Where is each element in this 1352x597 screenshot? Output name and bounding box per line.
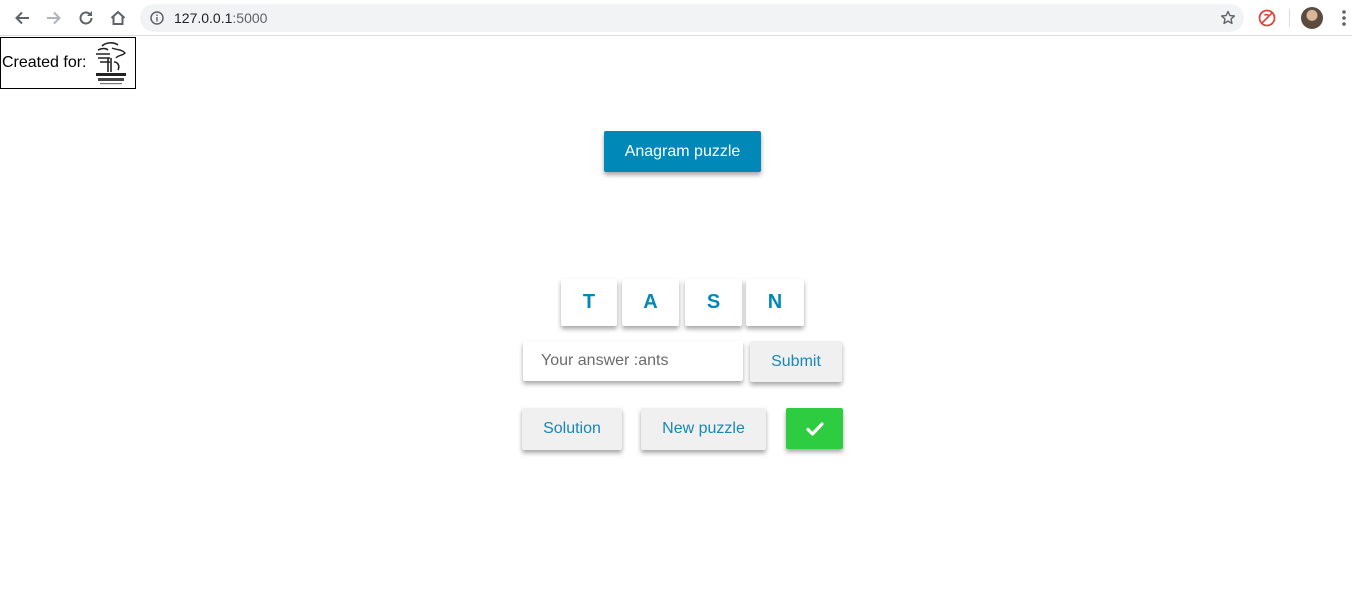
check-icon: [805, 421, 824, 436]
letter-tile[interactable]: N: [746, 279, 804, 326]
created-for-label: Created for:: [2, 54, 87, 71]
letter-tile[interactable]: S: [685, 279, 742, 326]
avatar[interactable]: [1301, 7, 1323, 29]
created-for-box: Created for:: [0, 37, 136, 89]
star-icon[interactable]: [1220, 10, 1236, 26]
reload-icon[interactable]: [75, 7, 97, 29]
letter-tile[interactable]: A: [622, 279, 679, 326]
info-icon[interactable]: [150, 11, 164, 25]
menu-icon[interactable]: [1336, 9, 1352, 27]
solution-button[interactable]: Solution: [522, 408, 622, 450]
address-bar[interactable]: 127.0.0.1:5000: [140, 4, 1244, 32]
toolbar-separator: [1289, 9, 1290, 27]
answer-input[interactable]: [523, 341, 743, 381]
new-puzzle-button[interactable]: New puzzle: [641, 408, 766, 450]
extension-icon[interactable]: [1258, 9, 1276, 27]
forward-icon[interactable]: [43, 7, 65, 29]
home-icon[interactable]: [107, 7, 129, 29]
letter-tile[interactable]: T: [561, 279, 617, 326]
back-icon[interactable]: [11, 7, 33, 29]
check-button[interactable]: [786, 408, 843, 449]
url-host: 127.0.0.1: [174, 10, 233, 26]
kemuri-logo: [96, 42, 126, 85]
submit-button[interactable]: Submit: [750, 341, 842, 382]
url-port: :5000: [232, 10, 268, 26]
anagram-puzzle-title-button[interactable]: Anagram puzzle: [604, 131, 761, 172]
browser-toolbar: 127.0.0.1:5000: [0, 0, 1352, 36]
url-text[interactable]: 127.0.0.1:5000: [174, 10, 267, 26]
